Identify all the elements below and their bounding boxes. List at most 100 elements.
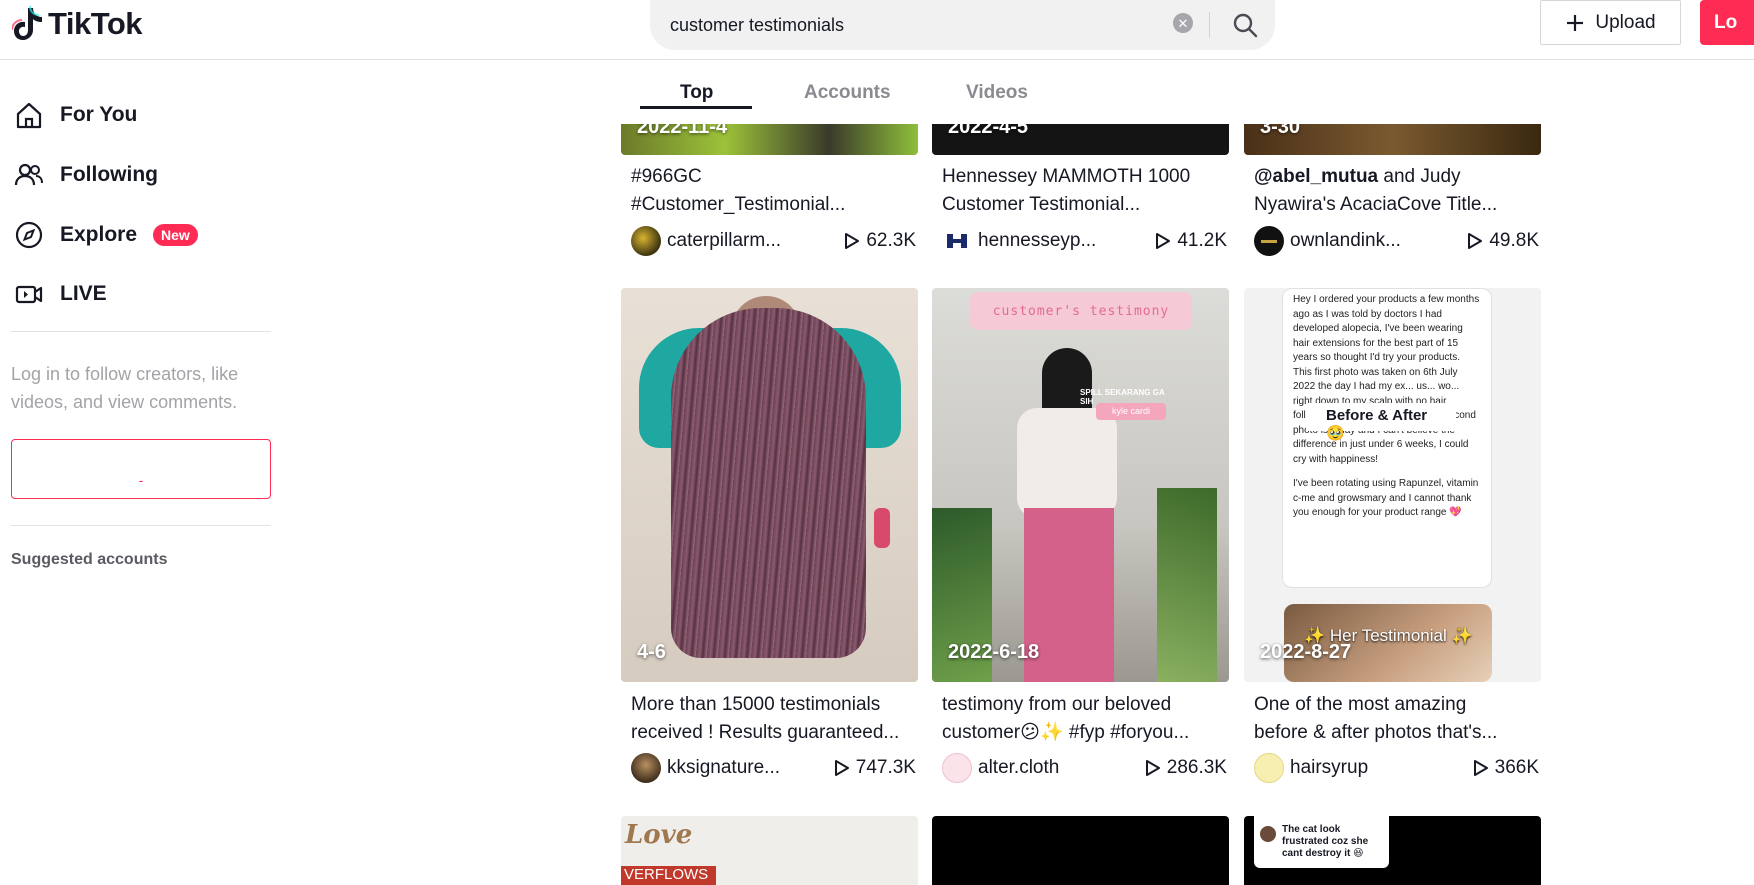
following-icon xyxy=(12,158,46,192)
avatar-mark xyxy=(1261,239,1277,243)
compass-icon xyxy=(12,218,46,252)
overlay-sign: Love xyxy=(625,820,693,850)
video-date: 2022-6-18 xyxy=(948,641,1040,663)
mention-link[interactable]: @abel_mutua xyxy=(1254,166,1378,187)
overlay-comment-text: The cat look frustrated coz she cant des… xyxy=(1282,824,1369,859)
sidebar-login-button[interactable]: - xyxy=(11,439,271,499)
video-caption-line[interactable]: More than 15000 testimonials xyxy=(631,691,916,719)
search-input[interactable] xyxy=(670,5,1140,45)
video-date: 4-6 xyxy=(637,641,666,663)
search-button[interactable] xyxy=(1225,7,1265,43)
sidebar-item-for-you[interactable]: For You xyxy=(12,93,137,137)
sidebar-item-live[interactable]: LIVE xyxy=(12,272,107,316)
live-icon xyxy=(12,277,46,311)
video-meta: kksignature... 747.3K xyxy=(631,753,916,783)
avatar[interactable] xyxy=(942,753,972,783)
play-count-value: 366K xyxy=(1494,757,1539,778)
video-thumbnail[interactable]: The cat look frustrated coz she cant des… xyxy=(1244,816,1541,885)
login-hint: Log in to follow creators, like videos, … xyxy=(11,364,239,412)
clear-search-icon[interactable]: ✕ xyxy=(1173,13,1193,33)
thumb-hair xyxy=(671,308,866,658)
login-button[interactable]: Lo xyxy=(1700,0,1754,45)
caption-text: and Judy xyxy=(1378,166,1461,187)
login-label: Lo xyxy=(1714,11,1738,33)
video-author[interactable]: kksignature... xyxy=(667,757,832,779)
comment-avatar xyxy=(1260,826,1276,842)
video-thumbnail[interactable]: 4-6 xyxy=(621,288,918,682)
sidebar-item-following[interactable]: Following xyxy=(12,153,158,197)
video-caption-line[interactable]: Hennessey MAMMOTH 1000 xyxy=(942,163,1227,191)
play-icon xyxy=(834,760,849,776)
search-icon xyxy=(1233,13,1258,38)
play-count: 41.2K xyxy=(1155,230,1227,252)
video-meta: ownlandink... 49.8K xyxy=(1254,226,1539,256)
search-divider xyxy=(1209,12,1210,38)
tab-accounts[interactable]: Accounts xyxy=(804,82,891,104)
video-thumbnail[interactable]: Love VERFLOWS xyxy=(621,816,918,885)
video-caption-line[interactable]: @abel_mutua and Judy xyxy=(1254,163,1539,191)
play-count: 747.3K xyxy=(834,757,916,779)
video-author[interactable]: alter.cloth xyxy=(978,757,1143,779)
play-icon xyxy=(1145,760,1160,776)
thumb-cardigan xyxy=(1017,408,1117,518)
video-date: 2022-8-27 xyxy=(1260,641,1352,663)
video-caption-line[interactable]: before & after photos that's... xyxy=(1254,719,1539,747)
video-author[interactable]: caterpillarm... xyxy=(667,230,832,252)
play-icon xyxy=(1473,760,1488,776)
video-author[interactable]: ownlandink... xyxy=(1290,230,1455,252)
sidebar-divider xyxy=(11,525,271,526)
avatar[interactable] xyxy=(631,226,661,256)
video-caption-line[interactable]: #966GC xyxy=(631,163,916,191)
play-icon xyxy=(845,233,860,249)
suggested-accounts-heading: Suggested accounts xyxy=(11,551,168,568)
avatar[interactable] xyxy=(942,226,972,256)
active-tab-indicator xyxy=(640,106,752,109)
sidebar-divider xyxy=(11,331,271,332)
video-caption-line[interactable]: #Customer_Testimonial... xyxy=(631,191,916,219)
video-author[interactable]: hairsyrup xyxy=(1290,757,1455,779)
video-thumbnail[interactable] xyxy=(932,816,1229,885)
video-meta: caterpillarm... 62.3K xyxy=(631,226,916,256)
sidebar-item-label: LIVE xyxy=(60,282,107,305)
play-count: 366K xyxy=(1473,757,1539,779)
upload-label: Upload xyxy=(1595,11,1656,33)
sidebar-item-label: For You xyxy=(60,103,138,126)
video-meta: hennesseyp... 41.2K xyxy=(942,226,1227,256)
search-tabs: Top Accounts Videos xyxy=(620,60,1544,124)
upload-button[interactable]: Upload xyxy=(1540,0,1681,45)
play-icon xyxy=(1156,233,1171,249)
video-thumbnail[interactable]: Hey I ordered your products a few months… xyxy=(1244,288,1541,682)
sidebar-item-label: Explore xyxy=(60,223,138,246)
overlay-title: customer's testimony xyxy=(970,292,1192,330)
tab-videos[interactable]: Videos xyxy=(966,82,1028,104)
avatar[interactable] xyxy=(1254,753,1284,783)
top-header: TikTok ✕ Upload Lo xyxy=(0,0,1754,60)
video-caption-line[interactable]: customer😕✨ #fyp #foryou... xyxy=(942,719,1227,747)
video-caption-line[interactable]: testimony from our beloved xyxy=(942,691,1227,719)
sidebar-item-explore[interactable]: Explore New xyxy=(12,213,198,257)
overlay-message-text: I've been rotating using Rapunzel, vitam… xyxy=(1293,478,1479,518)
sidebar: For You Following Explore New LIVE Log i… xyxy=(0,60,280,885)
avatar[interactable] xyxy=(631,753,661,783)
video-caption-line[interactable]: received ! Results guaranteed... xyxy=(631,719,916,747)
logo-text: TikTok xyxy=(48,6,143,41)
play-count: 49.8K xyxy=(1467,230,1539,252)
overlay-tag: kyle cardi xyxy=(1096,403,1166,420)
search-bar: ✕ xyxy=(650,0,1275,50)
tab-top[interactable]: Top xyxy=(680,82,713,104)
overlay-message-text: Hey I ordered your products a few months… xyxy=(1293,294,1480,465)
play-count-value: 747.3K xyxy=(855,757,916,778)
overlay-message-card: Hey I ordered your products a few months… xyxy=(1282,288,1492,588)
thumb-bottle xyxy=(874,508,890,548)
avatar[interactable] xyxy=(1254,226,1284,256)
video-thumbnail[interactable]: customer's testimony SPILL SEKARANG GA S… xyxy=(932,288,1229,682)
video-caption-line[interactable]: Nyawira's AcaciaCove Title... xyxy=(1254,191,1539,219)
home-icon xyxy=(12,98,46,132)
overlay-heading: Before & After 🥹 xyxy=(1306,403,1456,442)
tiktok-logo[interactable]: TikTok xyxy=(12,4,143,44)
video-meta: alter.cloth 286.3K xyxy=(942,753,1227,783)
video-caption-line[interactable]: Customer Testimonial... xyxy=(942,191,1227,219)
video-author[interactable]: hennesseyp... xyxy=(978,230,1143,252)
sidebar-item-label: Following xyxy=(60,163,158,186)
video-caption-line[interactable]: One of the most amazing xyxy=(1254,691,1539,719)
